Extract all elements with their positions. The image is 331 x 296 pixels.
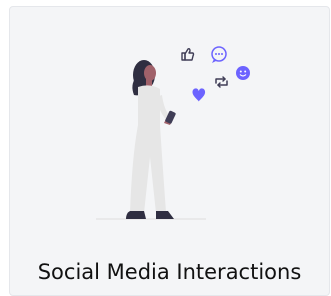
repost-icon xyxy=(215,76,228,88)
smiley-icon xyxy=(236,66,250,80)
thumbs-up-icon xyxy=(181,48,195,61)
social-media-illustration xyxy=(96,46,250,220)
template-card[interactable]: Social Media Interactions xyxy=(9,6,330,296)
woman-figure xyxy=(126,60,176,219)
heart-icon xyxy=(192,88,206,102)
chat-bubble-icon xyxy=(211,46,227,63)
card-title: Social Media Interactions xyxy=(37,260,302,284)
